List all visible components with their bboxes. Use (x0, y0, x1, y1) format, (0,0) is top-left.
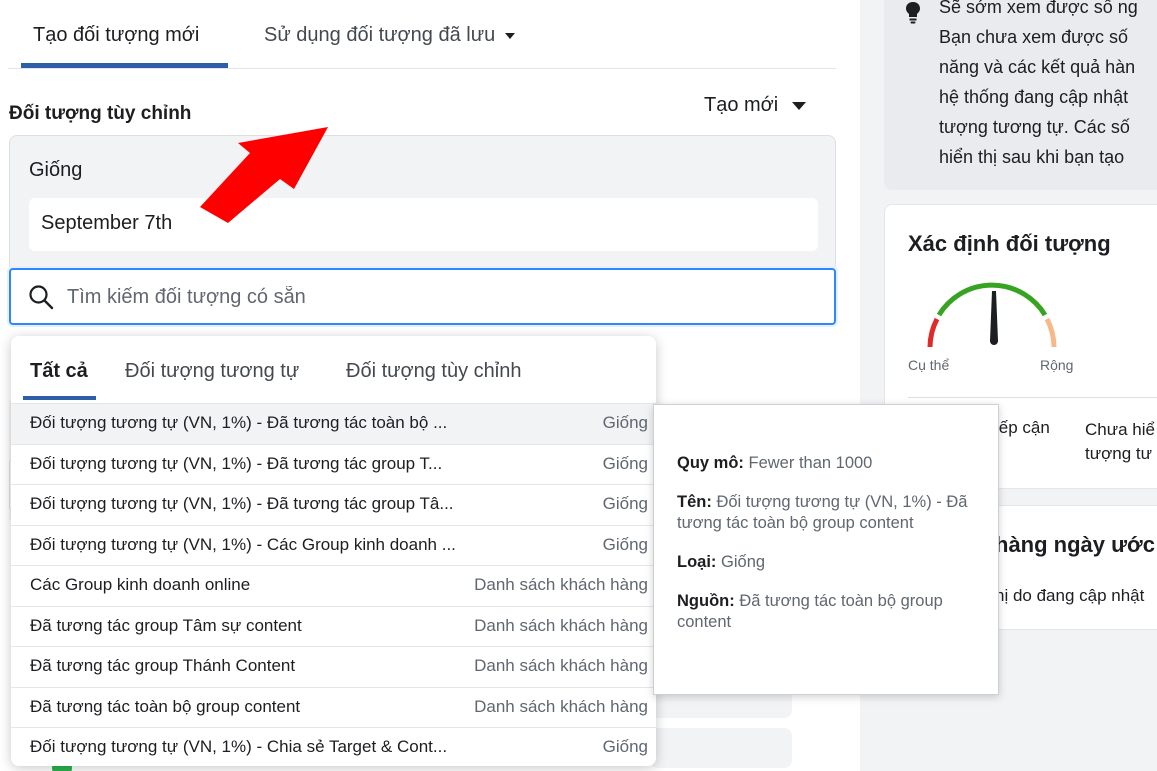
caret-down-icon (505, 32, 516, 39)
dropdown-tabs: Tất cả Đối tượng tương tự Đối tượng tùy … (11, 336, 656, 403)
tooltip-source: Nguồn: Đã tương tác toàn bộ group conten… (677, 591, 976, 633)
tooltip-name-value: Đối tượng tương tự (VN, 1%) - Đã tương t… (677, 493, 968, 532)
list-item-name: Đối tượng tương tự (VN, 1%) - Chia sẻ Ta… (30, 737, 448, 756)
tooltip-size-label: Quy mô: (677, 454, 744, 472)
tooltip-type: Loại: Giống (677, 552, 976, 573)
custom-audience-title: Đối tượng tùy chỉnh (9, 103, 192, 124)
dropdown-tab-custom[interactable]: Đối tượng tùy chỉnh (346, 360, 521, 383)
reach-label: iếp cận (995, 418, 1050, 437)
info-line: tượng tương tự. Các số (939, 117, 1130, 137)
dropdown-tab-all[interactable]: Tất cả (30, 360, 88, 383)
audience-search (9, 268, 836, 325)
list-item-type: Giống (602, 413, 648, 432)
list-item-type: Giống (602, 494, 648, 513)
list-item-type: Danh sách khách hàng (474, 656, 648, 675)
dropdown-tab-lookalike[interactable]: Đối tượng tương tự (125, 360, 299, 383)
list-item-name: Đối tượng tương tự (VN, 1%) - Đã tương t… (30, 494, 454, 513)
search-icon (29, 285, 54, 310)
tooltip-type-value: Giống (721, 553, 766, 571)
tooltip-source-label: Nguồn: (677, 592, 735, 610)
tab-create-new[interactable]: Tạo đối tượng mới (33, 24, 199, 47)
unavailable-line: tượng tư (1085, 444, 1152, 463)
unavailable-line: Chưa hiể (1085, 420, 1155, 439)
list-item-name: Các Group kinh doanh online (30, 575, 251, 594)
daily-results-title: hàng ngày ước (995, 532, 1155, 557)
info-line: hiển thị sau khi bạn tạo (939, 147, 1125, 167)
list-item[interactable]: Đã tương tác group Tâm sự content Danh sá… (11, 605, 656, 647)
lightbulb-icon (906, 2, 920, 24)
tooltip-size: Quy mô: Fewer than 1000 (677, 453, 976, 474)
list-item-name: Đã tương tác group Thánh Content (30, 656, 296, 675)
list-item[interactable]: Đã tương tác group Thánh Content Danh sác… (11, 646, 656, 687)
create-new-label: Tạo mới (704, 94, 779, 116)
red-arrow-annotation (200, 127, 328, 223)
daily-results-subtitle: hị do đang cập nhật (995, 586, 1145, 605)
list-item[interactable]: Đối tượng tương tự (VN, 1%) - Chia sẻ Ta… (11, 727, 656, 766)
audience-chip[interactable]: September 7th (29, 198, 818, 251)
tab-use-saved-label: Sử dụng đối tượng đã lưu (264, 24, 496, 46)
unavailable-label: Chưa hiể tượng tư (1085, 418, 1157, 466)
info-title: Sẽ sớm xem được số ng (939, 0, 1138, 17)
gauge-specific-label: Cụ thể (908, 357, 950, 373)
tab-use-saved[interactable]: Sử dụng đối tượng đã lưu (264, 24, 516, 47)
list-item[interactable]: Đã tương tác toàn bộ group content Danh s… (11, 686, 656, 728)
list-item-name: Đã tương tác group Tâm sự content (30, 615, 302, 635)
info-line: năng và các kết quả hàn (939, 57, 1136, 77)
create-new-button[interactable]: Tạo mới (704, 94, 807, 117)
audience-tabs: Tạo đối tượng mới Sử dụng đối tượng đã l… (8, 0, 836, 69)
list-item-type: Danh sách khách hàng (474, 615, 648, 635)
audience-definition-title: Xác định đối tượng (908, 231, 1111, 256)
dropdown-active-tab-indicator (23, 396, 96, 400)
included-audience-box: Giống September 7th (9, 135, 836, 272)
tooltip-name: Tên: Đối tượng tương tự (VN, 1%) - Đã tư… (677, 492, 976, 534)
list-item-name: Đối tượng tương tự (VN, 1%) - Các Group … (30, 534, 456, 554)
divider (908, 397, 1157, 398)
list-item[interactable]: Đối tượng tương tự (VN, 1%) - Đã tương t… (11, 443, 656, 485)
search-input[interactable] (67, 282, 807, 312)
audience-gauge (927, 282, 1057, 348)
list-item[interactable]: Đối tượng tương tự (VN, 1%) - Đã tương t… (11, 484, 656, 525)
list-item[interactable]: Đối tượng tương tự (VN, 1%) - Các Group … (11, 524, 656, 566)
tooltip-name-label: Tên: (677, 493, 712, 511)
info-line: Bạn chưa xem được số (939, 27, 1128, 47)
list-item-name: Đối tượng tương tự (VN, 1%) - Đã tương t… (30, 413, 448, 432)
list-item-type: Giống (602, 534, 648, 554)
list-item[interactable]: Đối tượng tương tự (VN, 1%) - Đã tương t… (11, 403, 656, 444)
tooltip-size-value: Fewer than 1000 (748, 454, 873, 472)
info-line: hệ thống đang cập nhật (939, 87, 1129, 107)
list-item-name: Đã tương tác toàn bộ group content (30, 696, 301, 716)
audience-tooltip: Quy mô: Fewer than 1000 Tên: Đối tượng t… (653, 404, 999, 695)
caret-down-icon (792, 101, 807, 110)
audience-dropdown: Tất cả Đối tượng tương tự Đối tượng tùy … (11, 336, 656, 766)
active-tab-indicator (21, 63, 228, 68)
list-item-type: Giống (602, 737, 648, 756)
list-item-type: Danh sách khách hàng (474, 575, 648, 594)
background-card (650, 728, 792, 768)
dropdown-list: Đối tượng tương tự (VN, 1%) - Đã tương t… (11, 403, 656, 766)
list-item-type: Giống (602, 453, 648, 473)
info-card: Sẽ sớm xem được số ng Bạn chưa xem được … (884, 0, 1157, 190)
list-item-type: Danh sách khách hàng (474, 696, 648, 716)
tooltip-type-label: Loại: (677, 553, 717, 571)
similar-label: Giống (29, 159, 83, 181)
list-item-name: Đối tượng tương tự (VN, 1%) - Đã tương t… (30, 453, 443, 473)
gauge-broad-label: Rộng (1040, 357, 1074, 373)
list-item[interactable]: Các Group kinh doanh online Danh sách khá… (11, 565, 656, 606)
